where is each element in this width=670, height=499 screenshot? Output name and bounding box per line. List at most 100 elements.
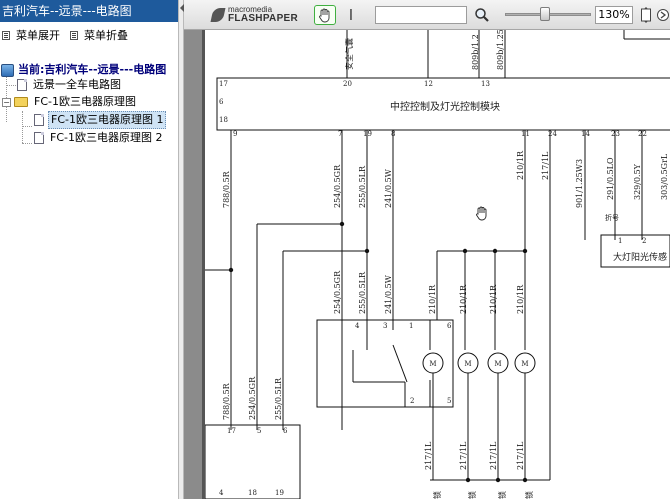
document-icon <box>34 132 44 144</box>
relay-pin: 3 <box>383 322 387 330</box>
expand-icon <box>2 30 10 40</box>
hand-icon <box>319 8 330 22</box>
wire-label: 788/0.5R <box>222 170 231 208</box>
connector-pin: 2 <box>642 237 646 245</box>
tree-guide <box>6 85 16 86</box>
wire-label: 255/0.5LR <box>274 377 283 420</box>
macromedia-logo-icon <box>210 8 226 22</box>
wire-label: 255/0.5LR <box>358 271 367 314</box>
document-icon <box>17 79 27 91</box>
wire-label: 210/1R <box>516 284 525 314</box>
brand-bottom: FLASHPAPER <box>228 13 299 24</box>
search-icon[interactable] <box>474 7 490 23</box>
connector-pin: 1 <box>618 237 622 245</box>
connector-pin: 19 <box>275 489 284 497</box>
wire-label: 安全气囊 <box>344 38 354 70</box>
collapse-toggle-icon[interactable]: − <box>2 97 11 107</box>
collapse-icon <box>70 30 78 40</box>
hand-cursor-icon <box>476 206 487 221</box>
pin-number: 12 <box>424 80 433 88</box>
wire-label: 254/0.5GR <box>333 164 342 208</box>
module-title: 中控控制及灯光控制模块 <box>390 100 500 113</box>
flashpaper-viewer: macromedia FLASHPAPER I 130% 中控控制及灯光控制模块… <box>184 0 670 499</box>
wire-label: 809b/1.25 <box>496 30 505 70</box>
panel-title: 吉利汽车--远景---电路图 <box>0 0 178 22</box>
document-page[interactable]: 中控控制及灯光控制模块 17 6 18 20 12 13 9 7 19 8 11… <box>205 30 670 499</box>
wire-label: 901/1.25W3 <box>575 159 584 208</box>
wire-label: 210/1R <box>489 284 498 314</box>
wire-label: 217/1L <box>516 441 525 470</box>
relay-pin: 2 <box>410 397 414 405</box>
more-icon[interactable] <box>656 7 670 23</box>
tree-item-label: 远景一全车电路图 <box>33 78 121 91</box>
wire-label: 255/0.5LR <box>358 165 367 208</box>
wire-label: 217/1L <box>489 441 498 470</box>
tree-guide <box>22 126 32 127</box>
text-select-button[interactable]: I <box>344 5 358 25</box>
wire-label: 210/1R <box>459 284 468 314</box>
collapse-all-button[interactable]: 菜单折叠 <box>70 27 128 43</box>
wire-label: 241/0.5W <box>384 168 393 208</box>
wire-label: 217/1L <box>424 441 433 470</box>
expand-all-button[interactable]: 菜单展开 <box>2 27 60 43</box>
pin-number: 11 <box>521 130 530 138</box>
pin-number: 6 <box>219 98 224 106</box>
wire-label: 217/1L <box>541 151 550 180</box>
tree-guide <box>22 111 23 143</box>
expand-all-label: 菜单展开 <box>16 29 60 42</box>
connector-pin: 4 <box>219 489 224 497</box>
wire-label: 254/0.5GR <box>333 270 342 314</box>
pin-number: 22 <box>638 130 647 138</box>
lamp-sensor-label: 大灯阳光传感 <box>613 251 667 263</box>
pin-number: 13 <box>481 80 490 88</box>
pin-number: 8 <box>391 130 395 138</box>
pin-number: 20 <box>343 80 352 88</box>
pin-number: 19 <box>363 130 372 138</box>
pin-number: 9 <box>233 130 237 138</box>
motor-label: M <box>429 360 436 368</box>
text-cursor-icon: I <box>348 6 354 24</box>
tree-toolbar: 菜单展开 菜单折叠 <box>0 22 178 48</box>
viewer-toolbar: macromedia FLASHPAPER I 130% <box>184 0 670 30</box>
wire-label: 329/0.5Y <box>633 163 642 200</box>
tree-guide <box>22 143 32 144</box>
wire-label: 217/1L <box>459 441 468 470</box>
folder-open-icon <box>14 97 28 107</box>
small-label: 折号 <box>605 213 619 222</box>
tree-root[interactable]: 当前:吉利汽车--远景---电路图 <box>1 62 168 78</box>
collapse-all-label: 菜单折叠 <box>84 29 128 42</box>
wire-label: 210/1R <box>516 150 525 180</box>
tree-folder-fc1[interactable]: − FC-1欧三电器原理图 <box>2 94 138 110</box>
circuit-diagram: 中控控制及灯光控制模块 17 6 18 20 12 13 9 7 19 8 11… <box>205 30 670 499</box>
pin-number: 17 <box>219 80 228 88</box>
zoom-slider-handle[interactable] <box>540 7 550 21</box>
tree-folder-label: FC-1欧三电器原理图 <box>34 95 136 108</box>
hand-tool-button[interactable] <box>314 5 336 25</box>
pin-number: 14 <box>581 130 590 138</box>
pin-number: 18 <box>219 116 228 124</box>
relay-pin: 5 <box>447 397 451 405</box>
navigation-panel: 吉利汽车--远景---电路图 菜单展开 菜单折叠 当前:吉利汽车--远景---电… <box>0 0 178 499</box>
connector-pin: 17 <box>227 427 236 435</box>
search-input[interactable] <box>375 6 467 24</box>
relay-pin: 4 <box>355 322 360 330</box>
flashpaper-logo: macromedia FLASHPAPER <box>210 6 299 24</box>
pin-number: 7 <box>338 130 342 138</box>
tree-root-label: 当前:吉利汽车--远景---电路图 <box>18 63 167 76</box>
wire-label: 锁 <box>524 491 534 499</box>
wire-label: 241/0.5W <box>384 274 393 314</box>
wire-label: 809b/1.2 <box>471 34 480 70</box>
fit-page-icon[interactable] <box>640 6 652 24</box>
document-icon <box>34 114 44 126</box>
relay-pin: 1 <box>409 322 413 330</box>
connector-pin: 6 <box>283 427 288 435</box>
tree-item-page-2[interactable]: FC-1欧三电器原理图 2 <box>34 130 164 146</box>
zoom-level-input[interactable]: 130% <box>595 6 633 24</box>
computer-icon <box>1 63 14 77</box>
wire-label: 303/0.5GrL <box>660 153 669 200</box>
motor-label: M <box>494 360 501 368</box>
tree-item-full-circuit[interactable]: 远景一全车电路图 <box>17 77 123 93</box>
wire-label: 254/0.5GR <box>248 376 257 420</box>
motor-label: M <box>464 360 471 368</box>
tree-item-page-1[interactable]: FC-1欧三电器原理图 1 <box>34 111 167 129</box>
